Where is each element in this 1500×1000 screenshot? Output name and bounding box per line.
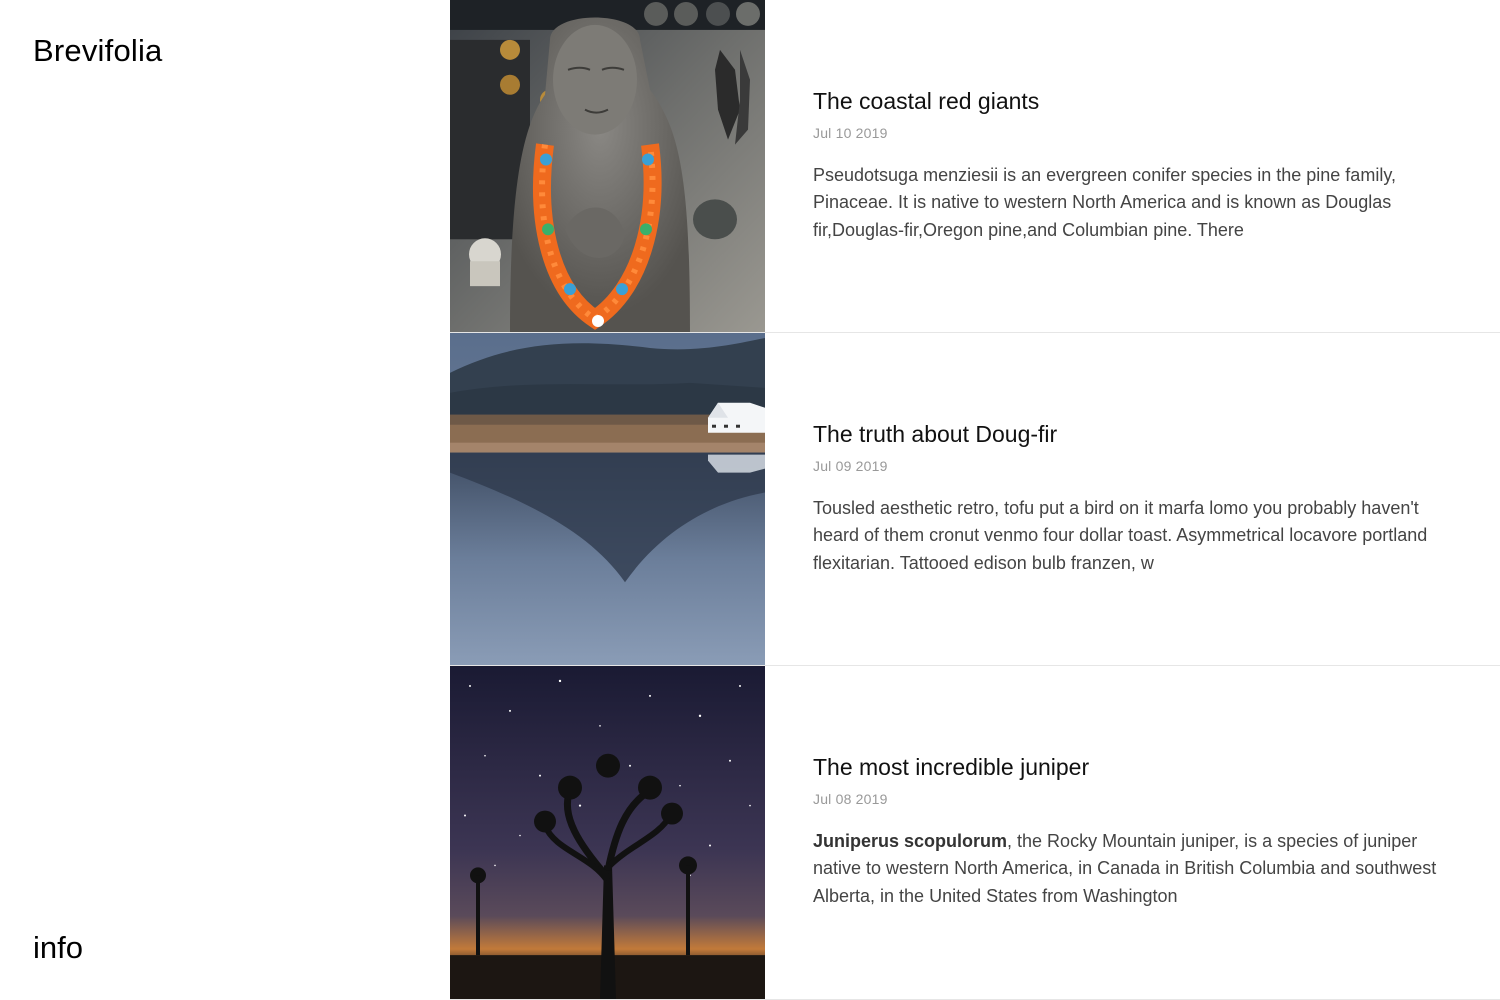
post-date: Jul 09 2019 (813, 457, 888, 474)
post-feed: The coastal red giants Jul 10 2019 Pseud… (450, 0, 1500, 1000)
info-link[interactable]: info (33, 930, 83, 966)
post-date: Jul 10 2019 (813, 124, 888, 141)
post-title[interactable]: The coastal red giants (813, 88, 1460, 116)
post-body: The coastal red giants Jul 10 2019 Pseud… (765, 0, 1500, 332)
post-title[interactable]: The most incredible juniper (813, 754, 1460, 782)
post-title[interactable]: The truth about Doug-fir (813, 421, 1460, 449)
mountain-lake-image (450, 333, 765, 665)
joshua-tree-image (450, 666, 765, 999)
post-excerpt: Tousled aesthetic retro, tofu put a bird… (813, 497, 1428, 573)
post-date: Jul 08 2019 (813, 790, 888, 807)
post-thumbnail[interactable] (450, 0, 765, 332)
post-card[interactable]: The most incredible juniper Jul 08 2019 … (450, 666, 1500, 1000)
buddha-statue-image (450, 0, 765, 332)
post-body: The truth about Doug-fir Jul 09 2019 Tou… (765, 333, 1500, 665)
species-name: Juniperus scopulorum (813, 830, 1008, 851)
post-excerpt: Pseudotsuga menziesii is an evergreen co… (813, 164, 1396, 240)
post-card[interactable]: The coastal red giants Jul 10 2019 Pseud… (450, 0, 1500, 333)
brand-link[interactable]: Brevifolia (33, 33, 163, 69)
post-card[interactable]: The truth about Doug-fir Jul 09 2019 Tou… (450, 333, 1500, 666)
post-body: The most incredible juniper Jul 08 2019 … (765, 666, 1500, 999)
post-thumbnail[interactable] (450, 666, 765, 999)
page: Brevifolia info The coastal red giants J… (0, 0, 1500, 1000)
post-thumbnail[interactable] (450, 333, 765, 665)
sidebar: Brevifolia info (0, 0, 450, 1000)
post-excerpt: Juniperus scopulorum, the Rocky Mountain… (813, 828, 1460, 911)
